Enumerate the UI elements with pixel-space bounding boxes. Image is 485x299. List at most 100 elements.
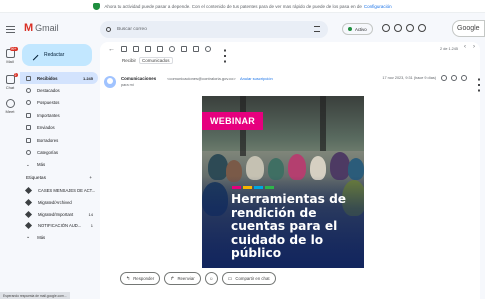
nav-item-inbox[interactable]: Recibidos 1.245 — [20, 72, 98, 85]
next-page-icon[interactable]: › — [473, 44, 475, 50]
label-name: Migrated/Important — [38, 211, 74, 217]
nav-label: Categorías — [37, 150, 59, 156]
reply-actions: ↰ Responder ↱ Reenviar ☺ ▭ Compartir en … — [120, 272, 280, 285]
subject-prefix: Recibir — [122, 58, 137, 63]
nav-item-drafts[interactable]: Borradores — [20, 134, 98, 146]
mail-badge: 99+ — [9, 47, 18, 51]
rail-item-meet[interactable]: Meet — [2, 99, 18, 114]
chat-share-icon: ▭ — [227, 275, 233, 282]
nav-item-more[interactable]: ⌄ Más — [20, 159, 98, 171]
nav-label: Más — [37, 162, 46, 168]
chevron-down-icon: ⌄ — [26, 162, 30, 168]
pencil-icon — [28, 50, 39, 60]
sender-name[interactable]: Comunicaciones — [121, 76, 156, 81]
reply-arrow-icon: ↰ — [126, 275, 131, 282]
labels-icon[interactable] — [205, 46, 211, 52]
labels-more[interactable]: ⌄ Más — [20, 232, 98, 244]
emoji-reaction-button[interactable]: ☺ — [204, 272, 218, 285]
prev-page-icon[interactable]: ‹ — [464, 44, 466, 50]
message-actions: ⋮ — [437, 75, 485, 94]
back-arrow-icon[interactable]: ← — [108, 46, 115, 53]
chat-badge: 2 — [13, 73, 18, 77]
unsubscribe-link[interactable]: Anular suscripción — [240, 76, 273, 81]
pagination-text: 2 de 1.245 — [440, 47, 458, 51]
chevron-down-icon: ⌄ — [26, 234, 31, 241]
share-label: Compartir en chat — [235, 276, 270, 281]
more-vert-icon[interactable]: ⋮ — [471, 75, 485, 94]
search-icon[interactable] — [106, 27, 111, 32]
move-to-icon[interactable] — [193, 46, 199, 52]
nav-label: Pospuestos — [37, 100, 60, 106]
share-chat-button[interactable]: ▭ Compartir en chat — [221, 272, 276, 285]
gmail-logo[interactable]: M Gmail — [24, 22, 59, 34]
archive-icon[interactable] — [121, 46, 127, 52]
mark-unread-icon[interactable] — [157, 46, 163, 52]
label-item[interactable]: CASES MENSAJES DE ACT... — [20, 185, 98, 197]
report-spam-icon[interactable] — [133, 46, 139, 52]
reply-icon[interactable] — [461, 75, 467, 81]
banner-link[interactable]: Configuración — [364, 4, 392, 9]
label-item[interactable]: Migrated/Archived — [20, 197, 98, 209]
rail-item-chat[interactable]: 2 Chat — [2, 73, 18, 90]
stripe-segment — [243, 186, 252, 189]
google-account-button[interactable]: Google — [452, 20, 485, 37]
webinar-badge: WEBINAR — [202, 112, 264, 130]
nav-item-snoozed[interactable]: Pospuestos — [20, 97, 98, 109]
email-panel: ← ⋮ 2 de 1.245 ‹ › Recibir Comunicados C… — [100, 42, 485, 299]
settings-icon[interactable] — [394, 24, 402, 32]
main-menu-icon[interactable] — [6, 26, 15, 33]
label-tag-icon — [24, 198, 33, 207]
emoji-icon[interactable] — [451, 75, 457, 81]
label-item[interactable]: NOTIFICACIÓN AUD... 1 — [20, 220, 98, 232]
shield-icon — [93, 2, 101, 10]
more-vert-icon[interactable]: ⋮ — [217, 46, 233, 65]
label-name: Migrated/Archived — [38, 200, 72, 206]
forward-button[interactable]: ↱ Reenviar — [164, 272, 201, 285]
sender-row: Comunicaciones <comunicaciones@contralor… — [104, 74, 485, 94]
labels-heading-text: Etiquetas — [26, 175, 47, 181]
nav-item-sent[interactable]: Enviados — [20, 122, 98, 134]
rail-item-mail[interactable]: 99+ Mail — [2, 47, 18, 64]
stripe-segment — [232, 186, 241, 189]
compose-button[interactable]: Redactar — [22, 44, 92, 66]
nav-label: Destacados — [37, 88, 60, 94]
recipient-line[interactable]: para mí — [121, 83, 134, 87]
folder-nav: Recibidos 1.245 Destacados Pospuestos Im… — [20, 72, 98, 243]
help-icon[interactable] — [382, 24, 390, 32]
nav-item-important[interactable]: Importantes — [20, 109, 98, 121]
stripe-segment — [265, 186, 274, 189]
email-date: 17 nov 2023, 9:31 (hace 9 días) — [382, 76, 436, 80]
nav-item-categories[interactable]: Categorías — [20, 146, 98, 158]
status-selector[interactable]: Activo — [342, 23, 373, 35]
search-input[interactable]: Buscar correo — [117, 27, 147, 32]
gemini-icon[interactable] — [406, 24, 414, 32]
nav-count: 1.245 — [82, 75, 93, 81]
forward-arrow-icon: ↱ — [170, 275, 175, 282]
delete-icon[interactable] — [145, 46, 151, 52]
rail-label-chat: Chat — [5, 85, 15, 90]
reply-button[interactable]: ↰ Responder — [120, 272, 161, 285]
label-item[interactable]: Migrated/Important 14 — [20, 208, 98, 220]
subject-chip[interactable]: Comunicados — [139, 57, 173, 64]
star-icon[interactable] — [441, 75, 447, 81]
add-task-icon[interactable] — [181, 46, 187, 52]
add-label-button[interactable]: + — [89, 176, 92, 181]
avatar[interactable] — [104, 76, 116, 88]
status-dot-icon — [348, 27, 352, 31]
search-bar[interactable]: Buscar correo — [100, 21, 328, 38]
nav-label: Borradores — [37, 137, 59, 143]
email-subject: Recibir Comunicados — [122, 57, 173, 64]
nav-label: Recibidos — [37, 75, 58, 81]
mail-icon: 99+ — [5, 47, 18, 58]
search-options-icon[interactable] — [314, 26, 320, 32]
label-tag-icon — [24, 210, 33, 218]
draft-icon — [26, 137, 31, 143]
label-icon — [26, 150, 31, 156]
emoji-icon: ☺ — [208, 276, 214, 281]
chat-icon: 2 — [5, 73, 18, 84]
nav-item-starred[interactable]: Destacados — [20, 84, 98, 96]
gmail-logo-text: Gmail — [35, 23, 59, 33]
apps-icon[interactable] — [418, 24, 426, 32]
snooze-icon[interactable] — [169, 46, 175, 52]
stripe-segment — [254, 186, 263, 189]
